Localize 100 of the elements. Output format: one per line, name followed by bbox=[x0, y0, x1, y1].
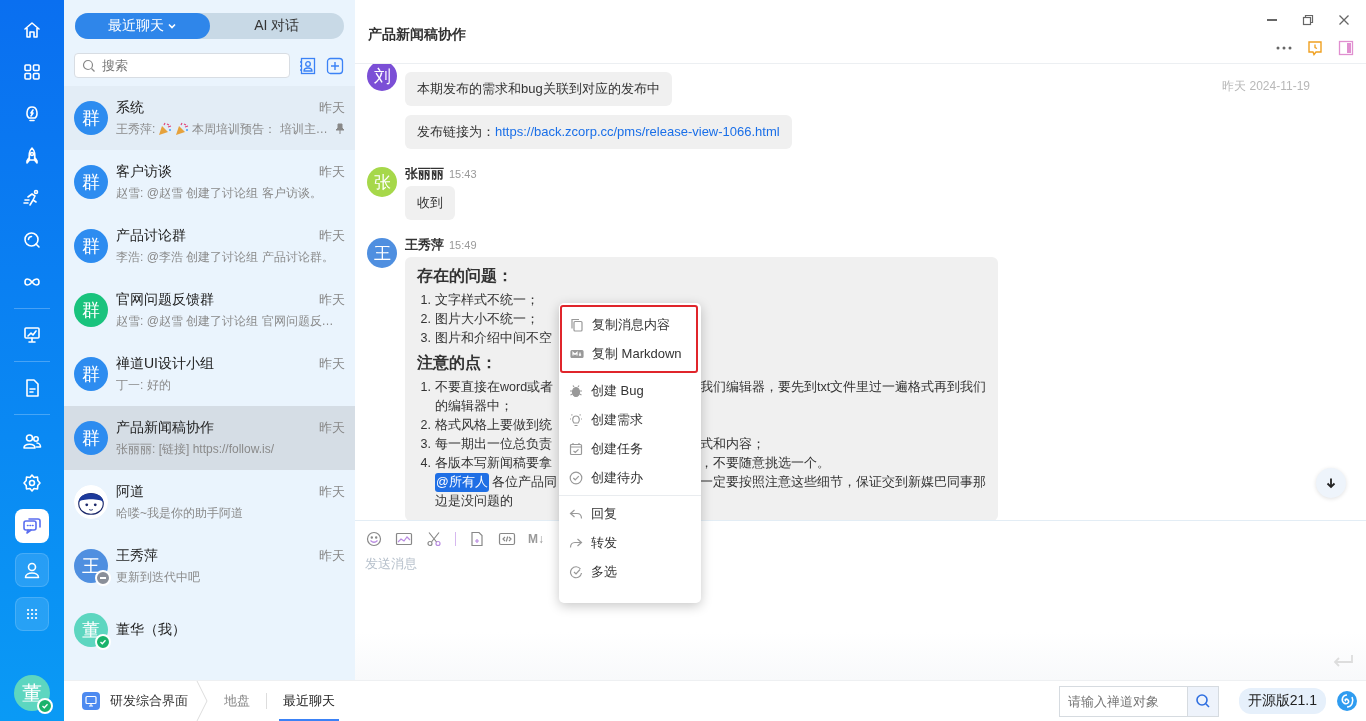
conversation-name: 董华（我） bbox=[116, 621, 186, 639]
conversation-item[interactable]: 群 客户访谈 昨天 赵雪: @赵雪 创建了讨论组 客户访谈。 bbox=[64, 150, 355, 214]
list-text: ，不要随意挑选一个。 bbox=[700, 455, 830, 472]
side-panel-icon[interactable] bbox=[1338, 39, 1354, 56]
search-field[interactable]: 搜索 bbox=[74, 53, 290, 78]
object-search-field[interactable]: 请输入禅道对象 bbox=[1058, 685, 1187, 717]
bug-icon bbox=[569, 383, 583, 398]
message-text: 发布链接为： bbox=[417, 124, 495, 139]
scissors-icon[interactable] bbox=[425, 531, 443, 547]
conversation-name: 王秀萍 bbox=[116, 546, 158, 565]
conversation-item[interactable]: 董 董华（我） bbox=[64, 598, 355, 662]
message-time: 15:49 bbox=[449, 239, 477, 251]
section-heading: 存在的问题： bbox=[417, 266, 513, 286]
avatar: 群 bbox=[74, 165, 108, 199]
tab[interactable]: AI 对话 bbox=[209, 13, 344, 39]
avatar: 群 bbox=[74, 421, 108, 455]
search-icon bbox=[82, 58, 96, 73]
list-text: 格式风格上要做到统 bbox=[435, 417, 552, 434]
conversation-time: 昨天 bbox=[319, 162, 345, 181]
image-icon[interactable] bbox=[395, 531, 413, 547]
search-button[interactable] bbox=[1186, 685, 1219, 717]
chat-icon[interactable] bbox=[15, 509, 49, 543]
conversation-time: 昨天 bbox=[319, 418, 345, 437]
pin-icon bbox=[335, 123, 345, 135]
message-preview: 王秀萍: bbox=[116, 120, 156, 138]
swirl-logo-icon[interactable] bbox=[1336, 690, 1358, 712]
chevron-separator-icon bbox=[196, 681, 208, 721]
restore-icon[interactable] bbox=[1302, 13, 1314, 26]
message-preview: 李浩: @李浩 创建了讨论组 产品讨论群。 bbox=[116, 248, 334, 266]
list-text: 各位产品同 bbox=[491, 474, 557, 491]
menu-item[interactable]: 创建 Bug bbox=[559, 376, 701, 405]
avatar: 刘 bbox=[367, 64, 397, 91]
conversation-time: 昨天 bbox=[319, 546, 345, 565]
menu-item[interactable]: 多选 bbox=[559, 557, 701, 586]
breadcrumb-item[interactable]: 最近聊天 bbox=[279, 681, 339, 721]
message-preview: 张丽丽: [链接] https://follow.is/ bbox=[116, 440, 275, 458]
message-text: 收到 bbox=[417, 195, 443, 210]
menu-item[interactable]: 回复 bbox=[559, 499, 701, 528]
list-text: 的编辑器中； bbox=[435, 398, 513, 415]
scroll-down-button[interactable] bbox=[1316, 468, 1346, 498]
user-icon[interactable] bbox=[15, 553, 49, 587]
list-text: 每一期出一位总负责 bbox=[435, 436, 552, 453]
apps-icon[interactable] bbox=[15, 597, 49, 631]
menu-item[interactable]: 创建待办 bbox=[559, 463, 701, 492]
code-icon[interactable] bbox=[498, 531, 516, 547]
contacts-icon[interactable] bbox=[299, 56, 317, 75]
list-text: 图片和介绍中间不空 bbox=[435, 330, 552, 347]
close-icon[interactable] bbox=[1338, 13, 1350, 26]
link[interactable]: https://back.zcorp.cc/pms/release-view-1066.html bbox=[495, 124, 780, 139]
menu-item[interactable]: 创建需求 bbox=[559, 405, 701, 434]
avatar: 群 bbox=[74, 229, 108, 263]
conversation-item[interactable]: 群 产品讨论群 昨天 李浩: @李浩 创建了讨论组 产品讨论群。 bbox=[64, 214, 355, 278]
list-text: 文字样式不统一； bbox=[435, 292, 539, 309]
conversation-item[interactable]: 王 王秀萍 昨天 更新到迭代中吧 bbox=[64, 534, 355, 598]
conversation-name: 系统 bbox=[116, 98, 144, 117]
list-number: 1. bbox=[420, 380, 431, 394]
more-icon[interactable] bbox=[1276, 45, 1292, 50]
avatar: 群 bbox=[74, 293, 108, 327]
calendar-icon bbox=[569, 441, 583, 456]
conversation-name: 官网问题反馈群 bbox=[116, 290, 214, 309]
version-badge[interactable]: 开源版21.1 bbox=[1238, 688, 1326, 714]
message-preview: 赵雪: @赵雪 创建了讨论组 官网问题反… bbox=[116, 312, 334, 330]
list-number: 3. bbox=[420, 437, 431, 451]
list-text: 边是没问题的 bbox=[435, 493, 513, 510]
menu-item[interactable]: 转发 bbox=[559, 528, 701, 557]
message-preview: 丁一: 好的 bbox=[116, 376, 171, 394]
conversation-time: 昨天 bbox=[319, 482, 345, 501]
lightbulb-icon bbox=[569, 412, 583, 427]
conversation-item[interactable]: 群 官网问题反馈群 昨天 赵雪: @赵雪 创建了讨论组 官网问题反… bbox=[64, 278, 355, 342]
file-icon[interactable] bbox=[468, 531, 486, 547]
emoji-icon[interactable] bbox=[365, 531, 383, 547]
conversation-name: 客户访谈 bbox=[116, 162, 172, 181]
message-time: 15:43 bbox=[449, 168, 477, 180]
message-preview: 赵雪: @赵雪 创建了讨论组 客户访谈。 bbox=[116, 184, 322, 202]
monitor-icon bbox=[82, 692, 100, 710]
breadcrumb-item[interactable]: 地盘 bbox=[220, 681, 254, 721]
list-number: 2. bbox=[420, 418, 431, 432]
avatar: 张 bbox=[367, 167, 397, 197]
avatar: 董 bbox=[74, 613, 108, 647]
message-preview: 本周培训预告： 培训主… bbox=[192, 120, 328, 138]
menu-item[interactable]: 复制消息内容 bbox=[562, 310, 696, 339]
conversation-item[interactable]: 群 产品新闻稿协作 昨天 张丽丽: [链接] https://follow.is/ bbox=[64, 406, 355, 470]
list-text: 图片大小不统一； bbox=[435, 311, 539, 328]
check-circle-icon bbox=[569, 470, 583, 485]
menu-item[interactable]: 创建任务 bbox=[559, 434, 701, 463]
avatar: 王 bbox=[367, 238, 397, 268]
tab[interactable]: 最近聊天 bbox=[75, 13, 210, 39]
conversation-name: 产品讨论群 bbox=[116, 226, 186, 245]
search-icon bbox=[1194, 693, 1211, 709]
add-icon[interactable] bbox=[326, 56, 344, 75]
list-text: 各版本写新闻稿要拿 bbox=[435, 455, 552, 472]
menu-item[interactable]: 复制 Markdown bbox=[562, 339, 696, 368]
clock-bubble-icon[interactable] bbox=[1307, 39, 1323, 56]
conversation-item[interactable]: 群 系统 昨天 王秀萍: 本周培训预告： 培训主… bbox=[64, 86, 355, 150]
mention-tag[interactable]: @所有人 bbox=[435, 473, 489, 492]
conversation-item[interactable]: 群 禅道UI设计小组 昨天 丁一: 好的 bbox=[64, 342, 355, 406]
avatar: 王 bbox=[74, 549, 108, 583]
list-text: 一定要按照注意这些细节，保证交到新媒巴同事那 bbox=[700, 474, 986, 491]
conversation-item[interactable]: 阿道 昨天 哈喽~我是你的助手阿道 bbox=[64, 470, 355, 534]
breadcrumb-item[interactable]: 研发综合界面 bbox=[78, 681, 192, 721]
